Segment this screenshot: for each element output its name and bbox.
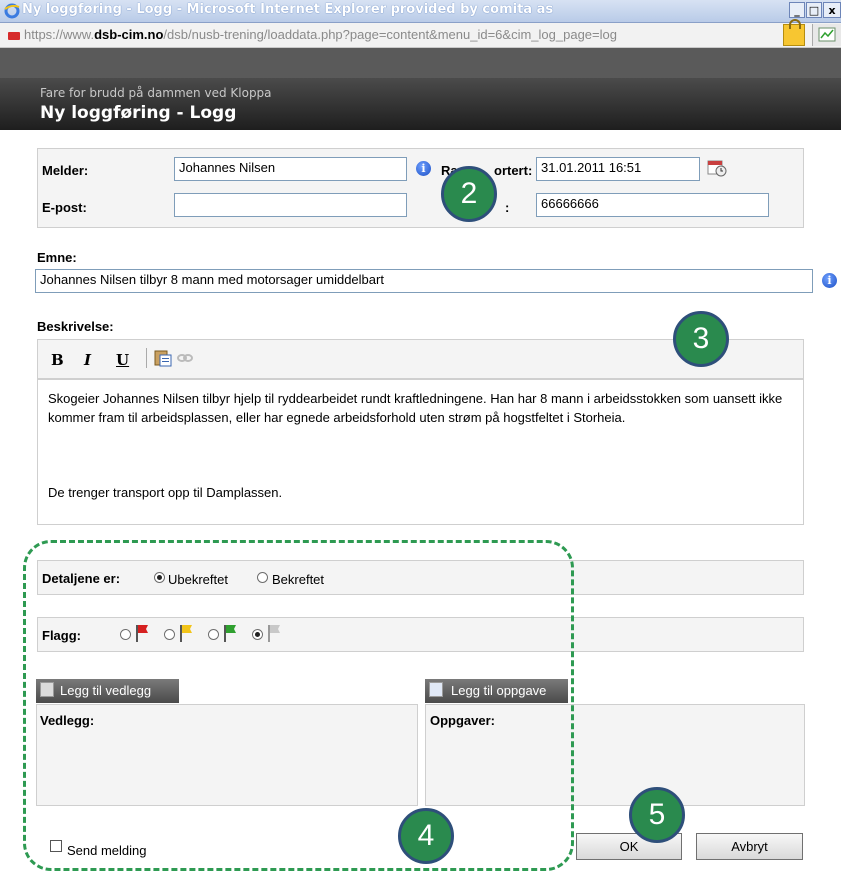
callout-2: 2: [441, 166, 497, 222]
minimize-button[interactable]: _: [789, 2, 805, 18]
bold-button[interactable]: B: [51, 351, 64, 369]
url-scheme: https://www.: [24, 27, 95, 42]
underline-button[interactable]: U: [116, 351, 129, 369]
toolbar-edge: [812, 24, 841, 46]
epost-input[interactable]: [174, 193, 407, 217]
dialog-top-strip: [0, 48, 841, 78]
paste-icon[interactable]: [154, 349, 172, 367]
rapportert-input[interactable]: 31.01.2011 16:51: [536, 157, 700, 181]
rapportert-label-right: ortert:: [494, 163, 533, 178]
url-path: /dsb/nusb-trening/loaddata.php?page=cont…: [163, 27, 617, 42]
calendar-clock-icon[interactable]: [707, 158, 727, 178]
description-paragraph-2: De trenger transport opp til Damplassen.: [48, 485, 283, 500]
lock-icon[interactable]: [783, 19, 805, 46]
info-icon[interactable]: i: [822, 273, 837, 288]
emne-label: Emne:: [37, 250, 77, 265]
window-title: Ny loggføring - Logg - Microsoft Interne…: [22, 2, 554, 17]
highlight-region: [23, 540, 574, 871]
beskrivelse-label: Beskrivelse:: [37, 319, 114, 334]
callout-4: 4: [398, 808, 454, 864]
emne-input[interactable]: Johannes Nilsen tilbyr 8 mann med motors…: [35, 269, 813, 293]
dialog-subtitle: Fare for brudd på dammen ved Kloppa: [40, 86, 272, 100]
epost-label: E-post:: [42, 200, 87, 215]
cancel-button[interactable]: Avbryt: [696, 833, 803, 860]
page-icon: [8, 32, 20, 40]
dialog-title: Ny loggføring - Logg: [40, 103, 237, 123]
link-icon[interactable]: [177, 351, 193, 365]
maximize-button[interactable]: □: [806, 2, 822, 18]
toolbar-divider: [146, 348, 147, 368]
callout-5: 5: [629, 787, 685, 843]
url-text[interactable]: https://www.dsb-cim.no/dsb/nusb-trening/…: [24, 27, 617, 42]
callout-3: 3: [673, 311, 729, 367]
melder-label: Melder:: [42, 163, 89, 178]
italic-button[interactable]: I: [84, 351, 91, 369]
close-button[interactable]: x: [823, 2, 841, 18]
description-paragraph-1: Skogeier Johannes Nilsen tilbyr hjelp ti…: [48, 391, 783, 425]
internet-explorer-icon: [4, 3, 20, 19]
phone-input[interactable]: 66666666: [536, 193, 769, 217]
phone-label: :: [505, 200, 510, 215]
info-icon[interactable]: i: [416, 161, 431, 176]
url-host: dsb-cim.no: [94, 27, 164, 42]
melder-input[interactable]: Johannes Nilsen: [174, 157, 407, 181]
